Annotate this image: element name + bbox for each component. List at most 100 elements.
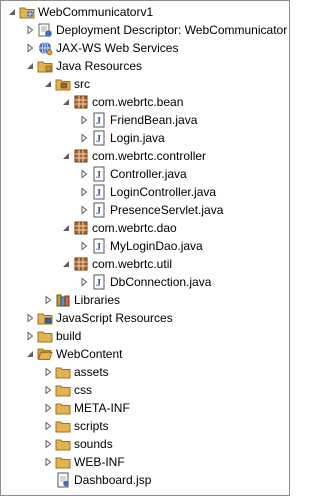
tree-item[interactable]: scripts xyxy=(1,417,289,435)
java-file-icon: J xyxy=(91,166,107,182)
tree-item[interactable]: WEB-INF xyxy=(1,453,289,471)
expand-toggle-icon[interactable] xyxy=(77,201,91,219)
tree-item-label: WEB-INF xyxy=(74,455,125,469)
expand-toggle-icon[interactable] xyxy=(77,183,91,201)
svg-text:J: J xyxy=(96,188,101,199)
tree-item-label: JavaScript Resources xyxy=(56,311,173,325)
collapse-toggle-icon[interactable] xyxy=(41,75,55,93)
tree-item-label: com.webrtc.bean xyxy=(92,95,184,109)
libraries-icon xyxy=(55,292,71,308)
tree-item-label: Java Resources xyxy=(56,59,143,73)
package-icon xyxy=(73,220,89,236)
expand-toggle-icon[interactable] xyxy=(77,129,91,147)
tree-item[interactable]: Deployment Descriptor: WebCommunicator xyxy=(1,21,289,39)
folder-icon xyxy=(55,382,71,398)
tree-item[interactable]: Java Resources xyxy=(1,57,289,75)
tree-item[interactable]: src xyxy=(1,75,289,93)
expand-toggle-icon[interactable] xyxy=(77,273,91,291)
tree-item[interactable]: META-INF xyxy=(1,399,289,417)
expand-toggle-icon[interactable] xyxy=(23,21,37,39)
tree-item-label: css xyxy=(74,383,92,397)
expand-toggle-icon[interactable] xyxy=(41,435,55,453)
collapse-toggle-icon[interactable] xyxy=(5,3,19,21)
expand-toggle-icon[interactable] xyxy=(41,399,55,417)
collapse-toggle-icon[interactable] xyxy=(59,147,73,165)
folder-icon xyxy=(37,328,53,344)
expand-toggle-icon[interactable] xyxy=(23,309,37,327)
folder-icon xyxy=(55,436,71,452)
expand-toggle-icon[interactable] xyxy=(41,417,55,435)
tree-item[interactable]: assets xyxy=(1,363,289,381)
tree-item[interactable]: Libraries xyxy=(1,291,289,309)
svg-text:J: J xyxy=(96,134,101,145)
collapse-toggle-icon[interactable] xyxy=(23,345,37,363)
tree-item-label: LoginController.java xyxy=(110,185,217,199)
tree-item-label: com.webrtc.controller xyxy=(92,149,207,163)
open-folder-icon xyxy=(37,346,53,362)
java-file-icon: J xyxy=(91,184,107,200)
folder-icon xyxy=(55,418,71,434)
web-services-icon xyxy=(37,40,53,56)
java-file-icon: J xyxy=(91,130,107,146)
tree-item[interactable]: J LoginController.java xyxy=(1,183,289,201)
expand-toggle-icon[interactable] xyxy=(23,327,37,345)
tree-item[interactable]: com.webrtc.dao xyxy=(1,219,289,237)
tree-item[interactable]: J MyLoginDao.java xyxy=(1,237,289,255)
tree-item-label: Deployment Descriptor: WebCommunicator xyxy=(56,23,288,37)
tree-item-label: Login.java xyxy=(110,131,165,145)
tree-item[interactable]: sounds xyxy=(1,435,289,453)
expand-toggle-icon[interactable] xyxy=(77,165,91,183)
tree-item-label: FriendBean.java xyxy=(110,113,198,127)
tree-item-label: Libraries xyxy=(74,293,121,307)
tree-item[interactable]: com.webrtc.controller xyxy=(1,147,289,165)
expand-toggle-icon[interactable] xyxy=(23,39,37,57)
tree-item[interactable]: J Controller.java xyxy=(1,165,289,183)
tree-item[interactable]: J DbConnection.java xyxy=(1,273,289,291)
collapse-toggle-icon[interactable] xyxy=(59,93,73,111)
package-icon xyxy=(73,94,89,110)
tree-item-label: Controller.java xyxy=(110,167,187,181)
tree-item[interactable]: JAX-WS Web Services xyxy=(1,39,289,57)
source-folder-icon xyxy=(55,76,71,92)
tree-item[interactable]: JavaScript Resources xyxy=(1,309,289,327)
svg-text:J: J xyxy=(96,278,101,289)
collapse-toggle-icon[interactable] xyxy=(59,219,73,237)
expand-toggle-icon[interactable] xyxy=(77,237,91,255)
folder-icon xyxy=(55,400,71,416)
tree-item[interactable]: J PresenceServlet.java xyxy=(1,201,289,219)
tree-item[interactable]: build xyxy=(1,327,289,345)
collapse-toggle-icon[interactable] xyxy=(23,57,37,75)
tree-item[interactable]: J FriendBean.java xyxy=(1,111,289,129)
tree-item[interactable]: WebContent xyxy=(1,345,289,363)
tree-item[interactable]: Dashboard.jsp xyxy=(1,471,289,489)
tree-item-label: PresenceServlet.java xyxy=(110,203,224,217)
project-explorer-tree: WebCommunicatorv1 Deployment Descriptor: … xyxy=(0,0,290,496)
tree-item[interactable]: WebCommunicatorv1 xyxy=(1,3,289,21)
expand-toggle-icon[interactable] xyxy=(77,111,91,129)
expand-toggle-icon[interactable] xyxy=(41,291,55,309)
tree-item-label: WebCommunicatorv1 xyxy=(38,5,154,19)
tree-item[interactable]: css xyxy=(1,381,289,399)
tree-item-label: src xyxy=(74,77,90,91)
java-file-icon: J xyxy=(91,112,107,128)
expand-toggle-icon[interactable] xyxy=(41,453,55,471)
collapse-toggle-icon[interactable] xyxy=(59,255,73,273)
tree-item[interactable]: com.webrtc.util xyxy=(1,255,289,273)
tree-item-label: JAX-WS Web Services xyxy=(56,41,179,55)
tree-item-label: com.webrtc.dao xyxy=(92,221,177,235)
tree-item[interactable]: com.webrtc.bean xyxy=(1,93,289,111)
tree-item-label: DbConnection.java xyxy=(110,275,212,289)
tree-item[interactable]: J Login.java xyxy=(1,129,289,147)
toggle-spacer xyxy=(41,471,55,489)
java-resources-icon xyxy=(37,58,53,74)
tree-item-label: scripts xyxy=(74,419,109,433)
folder-icon xyxy=(55,364,71,380)
expand-toggle-icon[interactable] xyxy=(41,381,55,399)
svg-text:J: J xyxy=(96,242,101,253)
java-file-icon: J xyxy=(91,274,107,290)
tree-item-label: META-INF xyxy=(74,401,130,415)
svg-text:J: J xyxy=(96,170,101,181)
tree-item-label: WebContent xyxy=(56,347,123,361)
tree-item-label: Dashboard.jsp xyxy=(74,473,152,487)
expand-toggle-icon[interactable] xyxy=(41,363,55,381)
